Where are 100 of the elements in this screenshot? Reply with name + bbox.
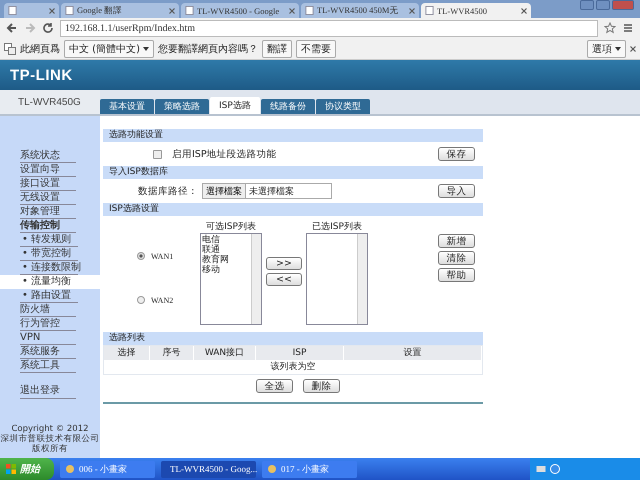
save-button[interactable]: 保存	[438, 147, 475, 161]
list-option[interactable]: 教育网	[202, 255, 250, 265]
close-icon[interactable]	[521, 8, 527, 14]
action-button[interactable]: 新增	[438, 234, 475, 248]
list-title: 已选ISP列表	[312, 220, 362, 233]
taskbar-button[interactable]: 017 - 小畫家	[262, 460, 357, 478]
caret-icon	[142, 46, 149, 51]
nav-tab[interactable]: 策略选路	[155, 99, 209, 114]
list-option[interactable]: 联通	[202, 245, 250, 255]
isp-listbox[interactable]	[306, 233, 368, 325]
help-icon[interactable]	[550, 464, 560, 474]
options-dropdown[interactable]: 選項	[587, 40, 626, 58]
nav-tab[interactable]: ISP选路	[210, 97, 260, 114]
list-title: 可选ISP列表	[206, 220, 256, 233]
section-header: 选路列表	[103, 332, 483, 345]
sidebar-item[interactable]: 行为管控	[20, 317, 76, 331]
model-name: TL-WVR450G	[0, 90, 100, 114]
copyright-text: 版权所有	[32, 444, 68, 454]
close-icon[interactable]	[49, 8, 55, 14]
column-header: 设置	[344, 346, 482, 360]
copyright-text: 深圳市普联技术有限公司	[0, 434, 100, 444]
keyboard-icon[interactable]	[536, 464, 546, 474]
back-icon[interactable]	[6, 22, 18, 34]
file-name: 未選擇檔案	[248, 185, 294, 198]
table-button[interactable]: 全选	[256, 379, 293, 393]
logo: TP-LINK	[10, 66, 73, 84]
page-icon	[305, 6, 314, 15]
sidebar-item[interactable]: • 带宽控制	[20, 247, 78, 261]
windows-icon	[6, 464, 16, 474]
radio-button[interactable]	[137, 296, 145, 304]
import-button[interactable]: 导入	[438, 184, 475, 198]
list-option[interactable]: 移动	[202, 265, 250, 275]
reload-icon[interactable]	[42, 22, 54, 34]
browser-tab[interactable]: TL-WVR4500	[421, 3, 531, 18]
close-icon[interactable]	[289, 8, 295, 14]
close-icon[interactable]	[409, 8, 415, 14]
sidebar-item[interactable]: 接口设置	[20, 177, 76, 191]
sidebar-item[interactable]: 防火墙	[20, 303, 76, 317]
browser-tab[interactable]: TL-WVR4500 - Google	[181, 3, 299, 18]
sidebar-item[interactable]: 对象管理	[20, 205, 76, 219]
action-button[interactable]: 清除	[438, 251, 475, 265]
browser-tab[interactable]: TL-WVR4500 450M无	[301, 3, 419, 18]
close-icon[interactable]	[630, 46, 636, 52]
translate-button[interactable]: 翻譯	[262, 40, 292, 58]
taskbar-button[interactable]: TL-WVR4500 - Goog...	[161, 460, 256, 478]
table-button[interactable]: 删除	[303, 379, 340, 393]
section-header: 导入ISP数据库	[103, 166, 483, 179]
browser-tab[interactable]: Google 翻譯	[61, 3, 179, 18]
translate-question: 您要翻譯網頁內容嗎？	[158, 42, 258, 56]
nav-tab[interactable]: 线路备份	[260, 99, 315, 114]
remove-button[interactable]: <<	[266, 272, 302, 286]
scrollbar[interactable]	[251, 234, 261, 324]
page-icon	[185, 6, 194, 15]
nav-tab[interactable]: 协议类型	[316, 99, 370, 114]
column-header: ISP	[256, 346, 344, 360]
path-label: 数据库路径：	[138, 184, 198, 198]
sidebar-item[interactable]: 系统工具	[20, 359, 76, 373]
nav-tab[interactable]: 基本设置	[100, 99, 154, 114]
column-header: 序号	[150, 346, 194, 360]
logout-link[interactable]: 退出登录	[20, 384, 76, 399]
language-dropdown[interactable]: 中文 (簡體中文)	[64, 40, 154, 58]
menu-icon[interactable]	[622, 22, 634, 34]
sidebar-item[interactable]: • 路由设置	[20, 289, 78, 303]
copyright-text: Copyright © 2012	[11, 424, 89, 434]
translate-label: 此網頁爲	[20, 42, 60, 56]
isp-listbox[interactable]: 电信 联通 教育网 移动	[200, 233, 262, 325]
sidebar-item[interactable]: 传输控制	[20, 219, 76, 233]
empty-message: 该列表为空	[270, 360, 316, 374]
sidebar-item[interactable]: 设置向导	[20, 163, 76, 177]
section-header: ISP选路设置	[103, 203, 483, 216]
checkbox-label: 启用ISP地址段选路功能	[172, 148, 277, 160]
radio-button[interactable]	[137, 252, 145, 260]
page-icon	[8, 6, 17, 15]
add-button[interactable]: >>	[266, 256, 302, 270]
choose-file-button[interactable]: 選擇檔案	[203, 184, 246, 198]
page-icon	[425, 6, 434, 15]
sidebar-item[interactable]: VPN	[20, 331, 76, 345]
sidebar-item[interactable]: • 流量均衡	[0, 275, 100, 289]
sidebar-item[interactable]: 系统服务	[20, 345, 76, 359]
list-option[interactable]: 电信	[202, 235, 250, 245]
address-field[interactable]: 192.168.1.1/userRpm/Index.htm	[60, 20, 598, 36]
page-icon	[65, 6, 74, 15]
sidebar-item[interactable]: • 转发规则	[20, 233, 78, 247]
radio-label: WAN2	[151, 296, 174, 304]
checkbox[interactable]	[153, 150, 162, 158]
section-header: 选路功能设置	[103, 129, 483, 142]
sidebar-item[interactable]: 系统状态	[20, 149, 76, 163]
close-icon[interactable]	[169, 8, 175, 14]
sidebar-item[interactable]: 无线设置	[20, 191, 76, 205]
taskbar-button[interactable]: 006 - 小畫家	[60, 460, 155, 478]
caret-icon	[615, 46, 621, 51]
column-header: 选择	[104, 346, 150, 360]
browser-tab[interactable]	[4, 3, 59, 18]
action-button[interactable]: 帮助	[438, 268, 475, 282]
file-field[interactable]: 選擇檔案 未選擇檔案	[202, 183, 332, 199]
translate-icon	[4, 42, 16, 54]
scrollbar[interactable]	[357, 234, 367, 324]
star-icon[interactable]	[604, 22, 616, 34]
translate-button[interactable]: 不需要	[296, 40, 336, 58]
radio-label: WAN1	[151, 252, 174, 260]
